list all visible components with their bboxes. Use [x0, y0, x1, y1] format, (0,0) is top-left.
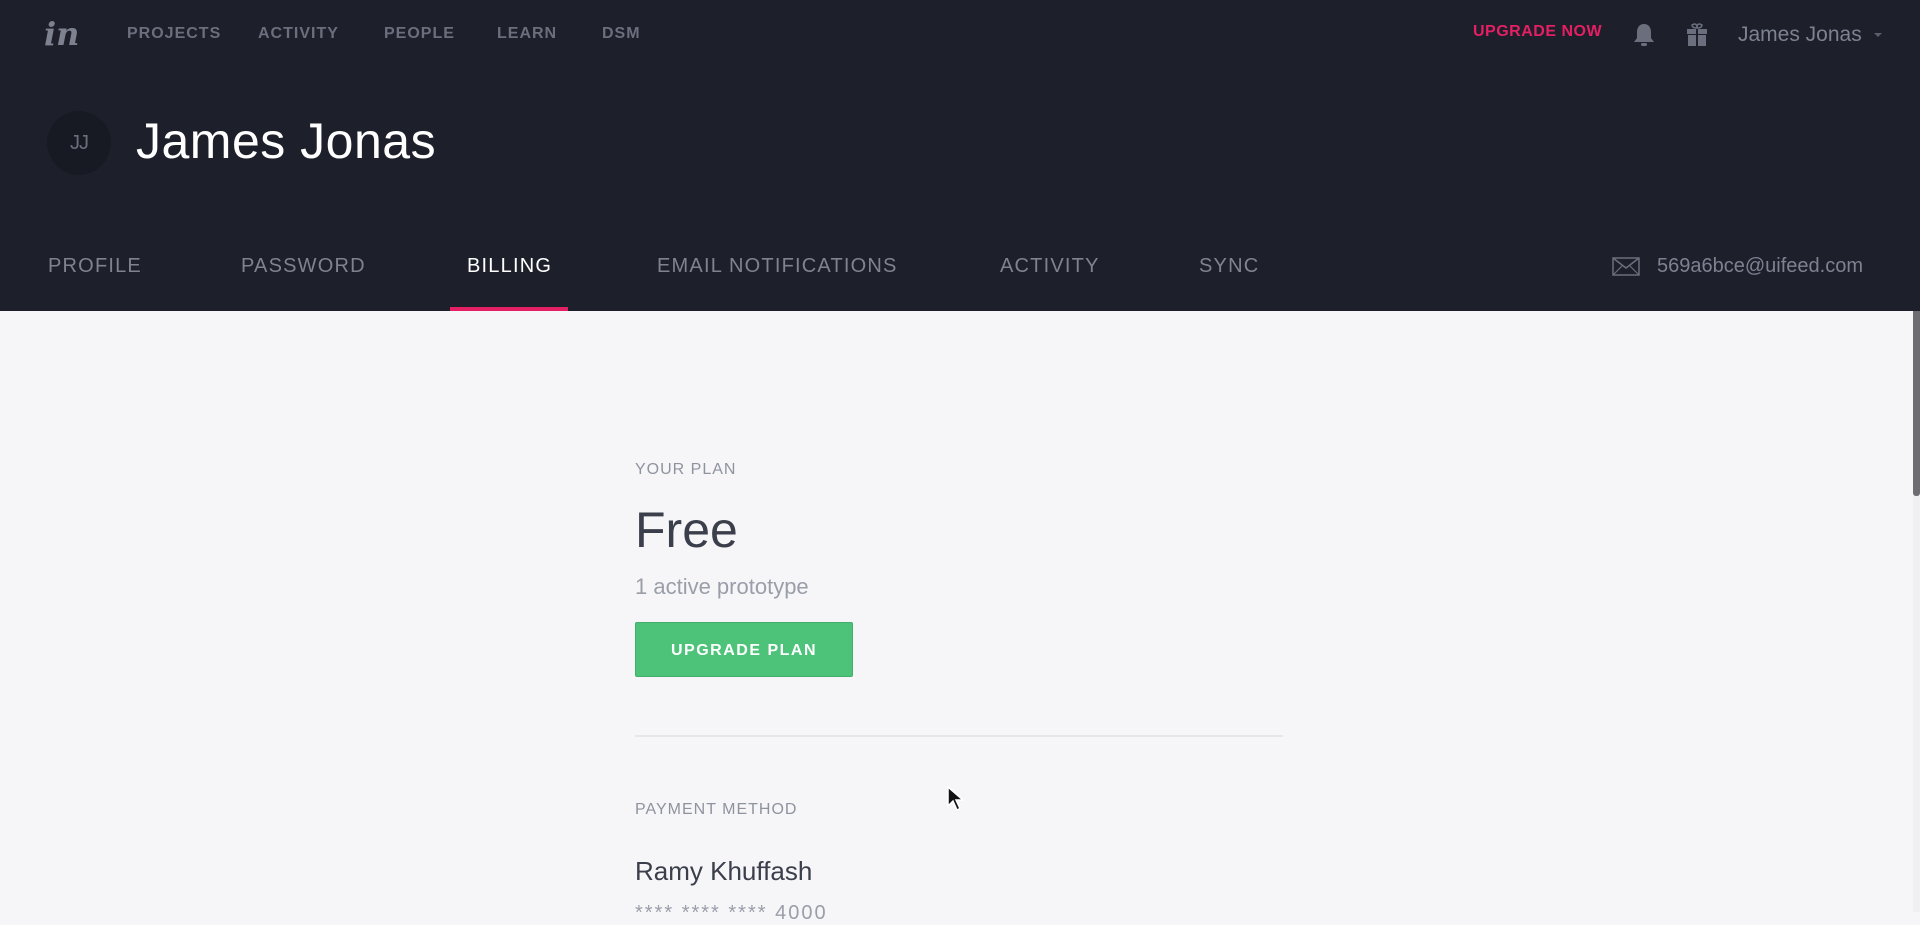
nav-activity[interactable]: ACTIVITY: [258, 25, 339, 43]
upgrade-plan-button[interactable]: UPGRADE PLAN: [635, 622, 853, 677]
payment-method-label: PAYMENT METHOD: [635, 801, 798, 818]
user-menu[interactable]: James Jonas: [1738, 23, 1882, 47]
bell-icon[interactable]: [1632, 22, 1656, 48]
your-plan-label: YOUR PLAN: [635, 461, 737, 478]
nav-people[interactable]: PEOPLE: [384, 25, 455, 43]
tab-profile[interactable]: PROFILE: [48, 253, 142, 279]
mouse-cursor-icon: [946, 785, 966, 812]
app-header: in PROJECTS ACTIVITY PEOPLE LEARN DSM UP…: [0, 0, 1920, 311]
invision-logo[interactable]: in: [44, 14, 84, 54]
tab-password[interactable]: PASSWORD: [241, 253, 366, 279]
tab-sync[interactable]: SYNC: [1199, 253, 1259, 279]
chevron-down-icon: [1873, 33, 1882, 38]
tab-activity[interactable]: ACTIVITY: [1000, 253, 1100, 279]
plan-name: Free: [635, 502, 738, 558]
user-menu-name: James Jonas: [1738, 23, 1862, 46]
envelope-icon: [1612, 257, 1640, 276]
card-holder-name: Ramy Khuffash: [635, 856, 813, 886]
tab-billing[interactable]: BILLING: [467, 253, 552, 279]
gift-icon[interactable]: [1685, 22, 1709, 48]
active-tab-indicator: [450, 307, 568, 311]
section-divider: [635, 735, 1283, 737]
page-title: James Jonas: [136, 113, 437, 169]
card-number: **** **** **** 4000: [635, 902, 828, 924]
nav-dsm[interactable]: DSM: [602, 25, 641, 43]
email-address: 569a6bce@uifeed.com: [1657, 255, 1863, 277]
upgrade-now-link[interactable]: UPGRADE NOW: [1473, 23, 1602, 41]
nav-learn[interactable]: LEARN: [497, 25, 557, 43]
nav-projects[interactable]: PROJECTS: [127, 25, 221, 43]
avatar[interactable]: JJ: [47, 111, 111, 175]
tab-email-notifications[interactable]: EMAIL NOTIFICATIONS: [657, 253, 898, 279]
scrollbar-thumb[interactable]: [1913, 311, 1920, 496]
page-scrollbar[interactable]: [1913, 311, 1920, 912]
plan-description: 1 active prototype: [635, 574, 809, 599]
